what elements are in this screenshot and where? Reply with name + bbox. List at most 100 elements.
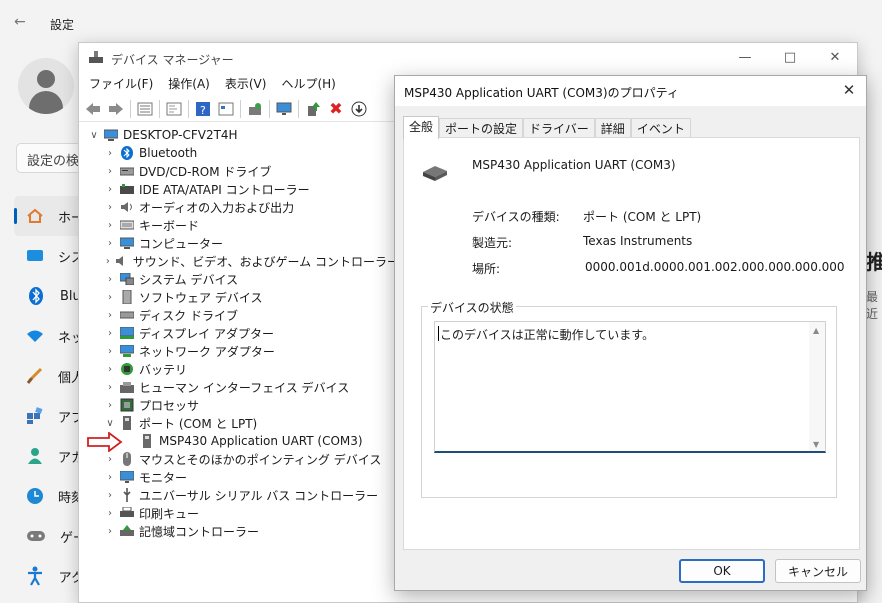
cancel-button[interactable]: キャンセル: [775, 559, 861, 583]
help-icon[interactable]: ?: [193, 99, 213, 119]
tree-item-system-devices[interactable]: › システム デバイス: [79, 270, 399, 288]
scroll-up-icon[interactable]: ▲: [813, 326, 819, 335]
list-view-icon[interactable]: [216, 99, 236, 119]
scan-hardware-icon[interactable]: [245, 99, 265, 119]
tree-item-battery[interactable]: › バッテリ: [79, 360, 399, 378]
tree-item-label: DVD/CD-ROM ドライブ: [139, 164, 272, 179]
tree-item-storage-controllers[interactable]: › 記憶域コントローラー: [79, 522, 399, 540]
chevron-right-icon[interactable]: ›: [103, 382, 117, 393]
tree-item-software-devices[interactable]: › ソフトウェア デバイス: [79, 288, 399, 306]
tree-item-print-queue[interactable]: › 印刷キュー: [79, 504, 399, 522]
chevron-right-icon[interactable]: ›: [103, 508, 117, 519]
nav-item-accounts[interactable]: アカ: [14, 436, 84, 476]
tree-item-processors[interactable]: › プロセッサ: [79, 396, 399, 414]
nav-item-bluetooth[interactable]: Blu: [14, 276, 84, 316]
nav-item-personalize[interactable]: 個人: [14, 356, 84, 396]
avatar[interactable]: [18, 58, 74, 114]
tree-item-audio-io[interactable]: › オーディオの入力および出力: [79, 198, 399, 216]
properties-title: MSP430 Application UART (COM3)のプロパティ: [404, 86, 679, 100]
tree-item-hid[interactable]: › ヒューマン インターフェイス デバイス: [79, 378, 399, 396]
tree-item-sound-video[interactable]: › サウンド、ビデオ、およびゲーム コントローラー: [79, 252, 399, 270]
monitor-icon[interactable]: [274, 99, 294, 119]
status-scrollbar[interactable]: ▲ ▼: [809, 322, 825, 451]
nav-item-network[interactable]: ネッ: [14, 316, 84, 356]
maximize-icon[interactable]: □: [781, 49, 799, 67]
nav-item-home[interactable]: ホー: [14, 196, 84, 236]
tree-item-ide[interactable]: › IDE ATA/ATAPI コントローラー: [79, 180, 399, 198]
chevron-right-icon[interactable]: ›: [103, 346, 117, 357]
nav-item-apps[interactable]: アプ: [14, 396, 84, 436]
tree-item-network-adapters[interactable]: › ネットワーク アダプター: [79, 342, 399, 360]
tree-item-label: IDE ATA/ATAPI コントローラー: [139, 182, 310, 197]
properties-dialog: MSP430 Application UART (COM3)のプロパティ ✕ 全…: [394, 75, 867, 591]
chevron-right-icon[interactable]: ›: [103, 148, 117, 159]
tree-item-display-adapters[interactable]: › ディスプレイ アダプター: [79, 324, 399, 342]
chevron-right-icon[interactable]: ›: [103, 256, 113, 267]
tree-item-usb[interactable]: › ユニバーサル シリアル バス コントローラー: [79, 486, 399, 504]
menu-view[interactable]: 表示(V): [225, 73, 267, 95]
nav-item-system[interactable]: シス: [14, 236, 84, 276]
chevron-right-icon[interactable]: ›: [103, 364, 117, 375]
tree-item-bluetooth[interactable]: › Bluetooth: [79, 144, 399, 162]
chevron-right-icon[interactable]: ›: [103, 202, 117, 213]
ok-button[interactable]: OK: [679, 559, 765, 583]
tree-item-monitors[interactable]: › モニター: [79, 468, 399, 486]
tab-details[interactable]: 詳細: [594, 118, 631, 139]
uninstall-x-icon[interactable]: ✖: [326, 99, 346, 119]
forward-arrow-icon[interactable]: [106, 99, 126, 119]
chevron-right-icon[interactable]: ›: [103, 400, 117, 411]
nav-item-accessibility[interactable]: アク: [14, 556, 84, 596]
menu-file[interactable]: ファイル(F): [89, 73, 153, 95]
tab-driver[interactable]: ドライバー: [523, 118, 595, 139]
chevron-right-icon[interactable]: ›: [103, 310, 117, 321]
nav-item-time[interactable]: 時刻: [14, 476, 84, 516]
tab-general[interactable]: 全般: [403, 116, 440, 139]
printer-icon: [119, 505, 135, 521]
settings-search-input[interactable]: 設定の検: [16, 143, 86, 173]
chevron-down-icon[interactable]: ∨: [87, 130, 101, 141]
properties-titlebar[interactable]: MSP430 Application UART (COM3)のプロパティ ✕: [395, 76, 866, 106]
back-arrow-icon[interactable]: [83, 99, 103, 119]
tree-item-label: システム デバイス: [139, 272, 239, 287]
chevron-right-icon[interactable]: ›: [103, 166, 117, 177]
minimize-icon[interactable]: —: [736, 49, 754, 67]
chevron-right-icon[interactable]: ›: [103, 328, 117, 339]
tree-root[interactable]: ∨ DESKTOP-CFV2T4H: [79, 126, 399, 144]
device-manager-titlebar[interactable]: デバイス マネージャー — □ ✕: [79, 43, 857, 73]
menu-action[interactable]: 操作(A): [168, 73, 210, 95]
tree-item-ports[interactable]: ∨ ポート (COM と LPT): [79, 414, 399, 432]
menu-help[interactable]: ヘルプ(H): [281, 73, 335, 95]
tree-item-label: ヒューマン インターフェイス デバイス: [139, 380, 350, 395]
scroll-down-icon[interactable]: ▼: [813, 440, 819, 449]
back-arrow-icon[interactable]: ←: [14, 14, 26, 30]
chevron-down-icon[interactable]: ∨: [103, 418, 117, 429]
update-driver-icon[interactable]: [303, 99, 323, 119]
tab-events[interactable]: イベント: [630, 118, 691, 139]
chevron-right-icon[interactable]: ›: [103, 220, 117, 231]
tree-item-computer[interactable]: › コンピューター: [79, 234, 399, 252]
tab-port-settings[interactable]: ポートの設定: [439, 118, 524, 139]
settings-title: 設定: [50, 18, 75, 32]
settings-nav: ホー シス Blu ネッ 個人 アプ アカ 時刻 ゲー アク: [14, 196, 86, 596]
disable-device-icon[interactable]: [349, 99, 369, 119]
tree-item-disk-drives[interactable]: › ディスク ドライブ: [79, 306, 399, 324]
chevron-right-icon[interactable]: ›: [103, 184, 117, 195]
chevron-right-icon[interactable]: ›: [103, 490, 117, 501]
properties-sheet-icon[interactable]: [164, 99, 184, 119]
tree-item-dvd[interactable]: › DVD/CD-ROM ドライブ: [79, 162, 399, 180]
tree-item-mouse[interactable]: › マウスとそのほかのポインティング デバイス: [79, 450, 399, 468]
tree-item-keyboard[interactable]: › キーボード: [79, 216, 399, 234]
close-icon[interactable]: ✕: [840, 81, 858, 99]
nav-item-gaming[interactable]: ゲー: [14, 516, 86, 556]
chevron-right-icon[interactable]: ›: [103, 238, 117, 249]
chevron-right-icon[interactable]: ›: [103, 526, 117, 537]
chevron-right-icon[interactable]: ›: [103, 274, 117, 285]
chevron-right-icon[interactable]: ›: [103, 292, 117, 303]
device-status-textbox[interactable]: このデバイスは正常に動作しています。 ▲ ▼: [434, 321, 826, 453]
chevron-right-icon[interactable]: ›: [103, 454, 117, 465]
close-icon[interactable]: ✕: [826, 49, 844, 67]
network-adapter-icon: [119, 343, 135, 359]
chevron-right-icon[interactable]: ›: [103, 472, 117, 483]
tree-view-icon[interactable]: [135, 99, 155, 119]
tree-item-msp430-uart[interactable]: MSP430 Application UART (COM3): [79, 432, 399, 450]
